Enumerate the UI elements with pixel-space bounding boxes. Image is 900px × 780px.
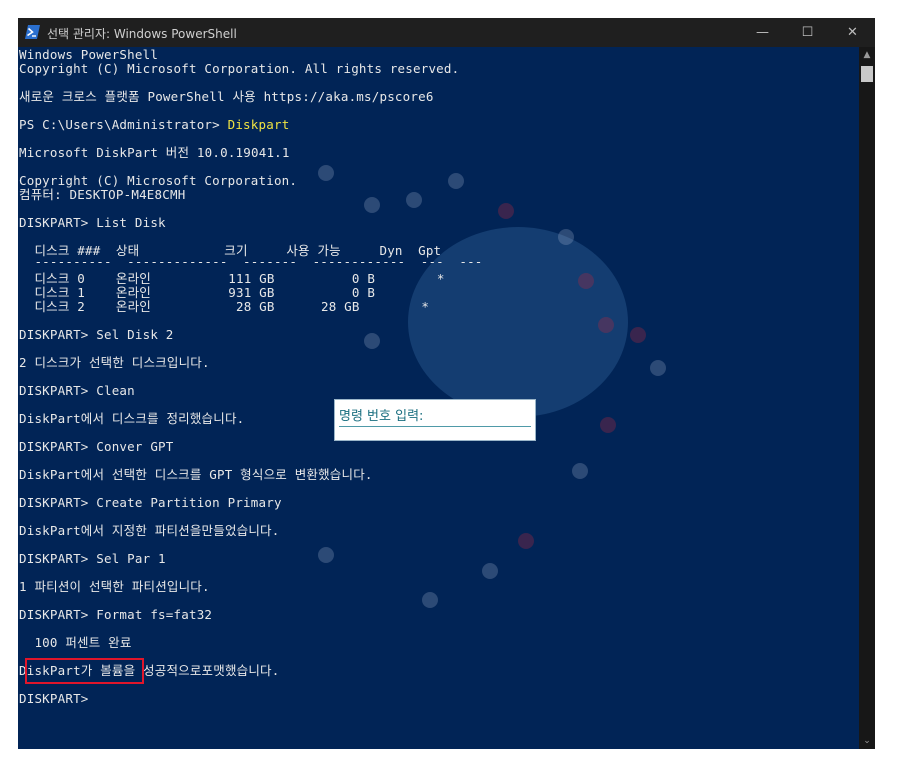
- scrollbar-thumb[interactable]: [861, 66, 873, 82]
- disk-table-rule: ---------- ------------- ------- -------…: [19, 254, 483, 269]
- disk-table-row: 디스크 2 온라인 28 GB 28 GB *: [19, 299, 430, 314]
- powershell-icon: [25, 25, 40, 39]
- window-title: 선택 관리자: Windows PowerShell: [47, 27, 237, 41]
- console-line: 새로운 크로스 플랫폼 PowerShell 사용 https://aka.ms…: [19, 89, 434, 104]
- powershell-window: 선택 관리자: Windows PowerShell — ☐ ✕ Windows…: [18, 18, 875, 749]
- disk-table-row: 디스크 0 온라인 111 GB 0 B *: [19, 271, 445, 286]
- vertical-scrollbar[interactable]: ▲ ⌄: [859, 47, 875, 749]
- scroll-down-icon[interactable]: ⌄: [859, 733, 875, 749]
- title-bar[interactable]: 선택 관리자: Windows PowerShell — ☐ ✕: [18, 18, 875, 47]
- console-line: Copyright (C) Microsoft Corporation.: [19, 173, 298, 188]
- prompt-text: PS C:\Users\Administrator>: [19, 117, 220, 132]
- console-line: PS C:\Users\Administrator> Diskpart: [19, 118, 289, 132]
- format-progress-line: 100 퍼센트 완료: [19, 635, 132, 650]
- console-line: DiskPart에서 지정한 파티션을만들었습니다.: [19, 523, 280, 538]
- console-line: DISKPART> Sel Disk 2: [19, 327, 174, 342]
- console-line: DISKPART> Conver GPT: [19, 439, 174, 454]
- console-line: 2 디스크가 선택한 디스크입니다.: [19, 355, 210, 370]
- annotation-highlight-box: [25, 658, 144, 684]
- command-number-popup[interactable]: 명령 번호 입력:: [334, 399, 536, 441]
- command-text: Diskpart: [227, 117, 290, 132]
- console-prompt: DISKPART>: [19, 691, 89, 706]
- maximize-button[interactable]: ☐: [785, 18, 830, 47]
- command-number-label: 명령 번호 입력:: [339, 408, 531, 427]
- console-line: DISKPART> Clean: [19, 383, 135, 398]
- console-line: 1 파티션이 선택한 파티션입니다.: [19, 579, 210, 594]
- scroll-up-icon[interactable]: ▲: [859, 47, 875, 63]
- console-line: 컴퓨터: DESKTOP-M4E8CMH: [19, 187, 186, 202]
- console-line: DISKPART> List Disk: [19, 215, 166, 230]
- console-line: DISKPART> Format fs=fat32: [19, 607, 213, 622]
- console-line: DISKPART> Sel Par 1: [19, 551, 166, 566]
- console-line: Windows PowerShell: [19, 47, 159, 62]
- console-line: DiskPart에서 선택한 디스크를 GPT 형식으로 변환했습니다.: [19, 467, 373, 482]
- console-line: DiskPart에서 디스크를 정리했습니다.: [19, 411, 245, 426]
- console-line: Copyright (C) Microsoft Corporation. All…: [19, 61, 460, 76]
- console-line: DISKPART> Create Partition Primary: [19, 495, 282, 510]
- close-button[interactable]: ✕: [830, 18, 875, 47]
- console-line: Microsoft DiskPart 버전 10.0.19041.1: [19, 145, 290, 160]
- console-output[interactable]: Windows PowerShell Copyright (C) Microso…: [18, 47, 859, 749]
- minimize-button[interactable]: —: [740, 18, 785, 47]
- disk-table-row: 디스크 1 온라인 931 GB 0 B: [19, 285, 376, 300]
